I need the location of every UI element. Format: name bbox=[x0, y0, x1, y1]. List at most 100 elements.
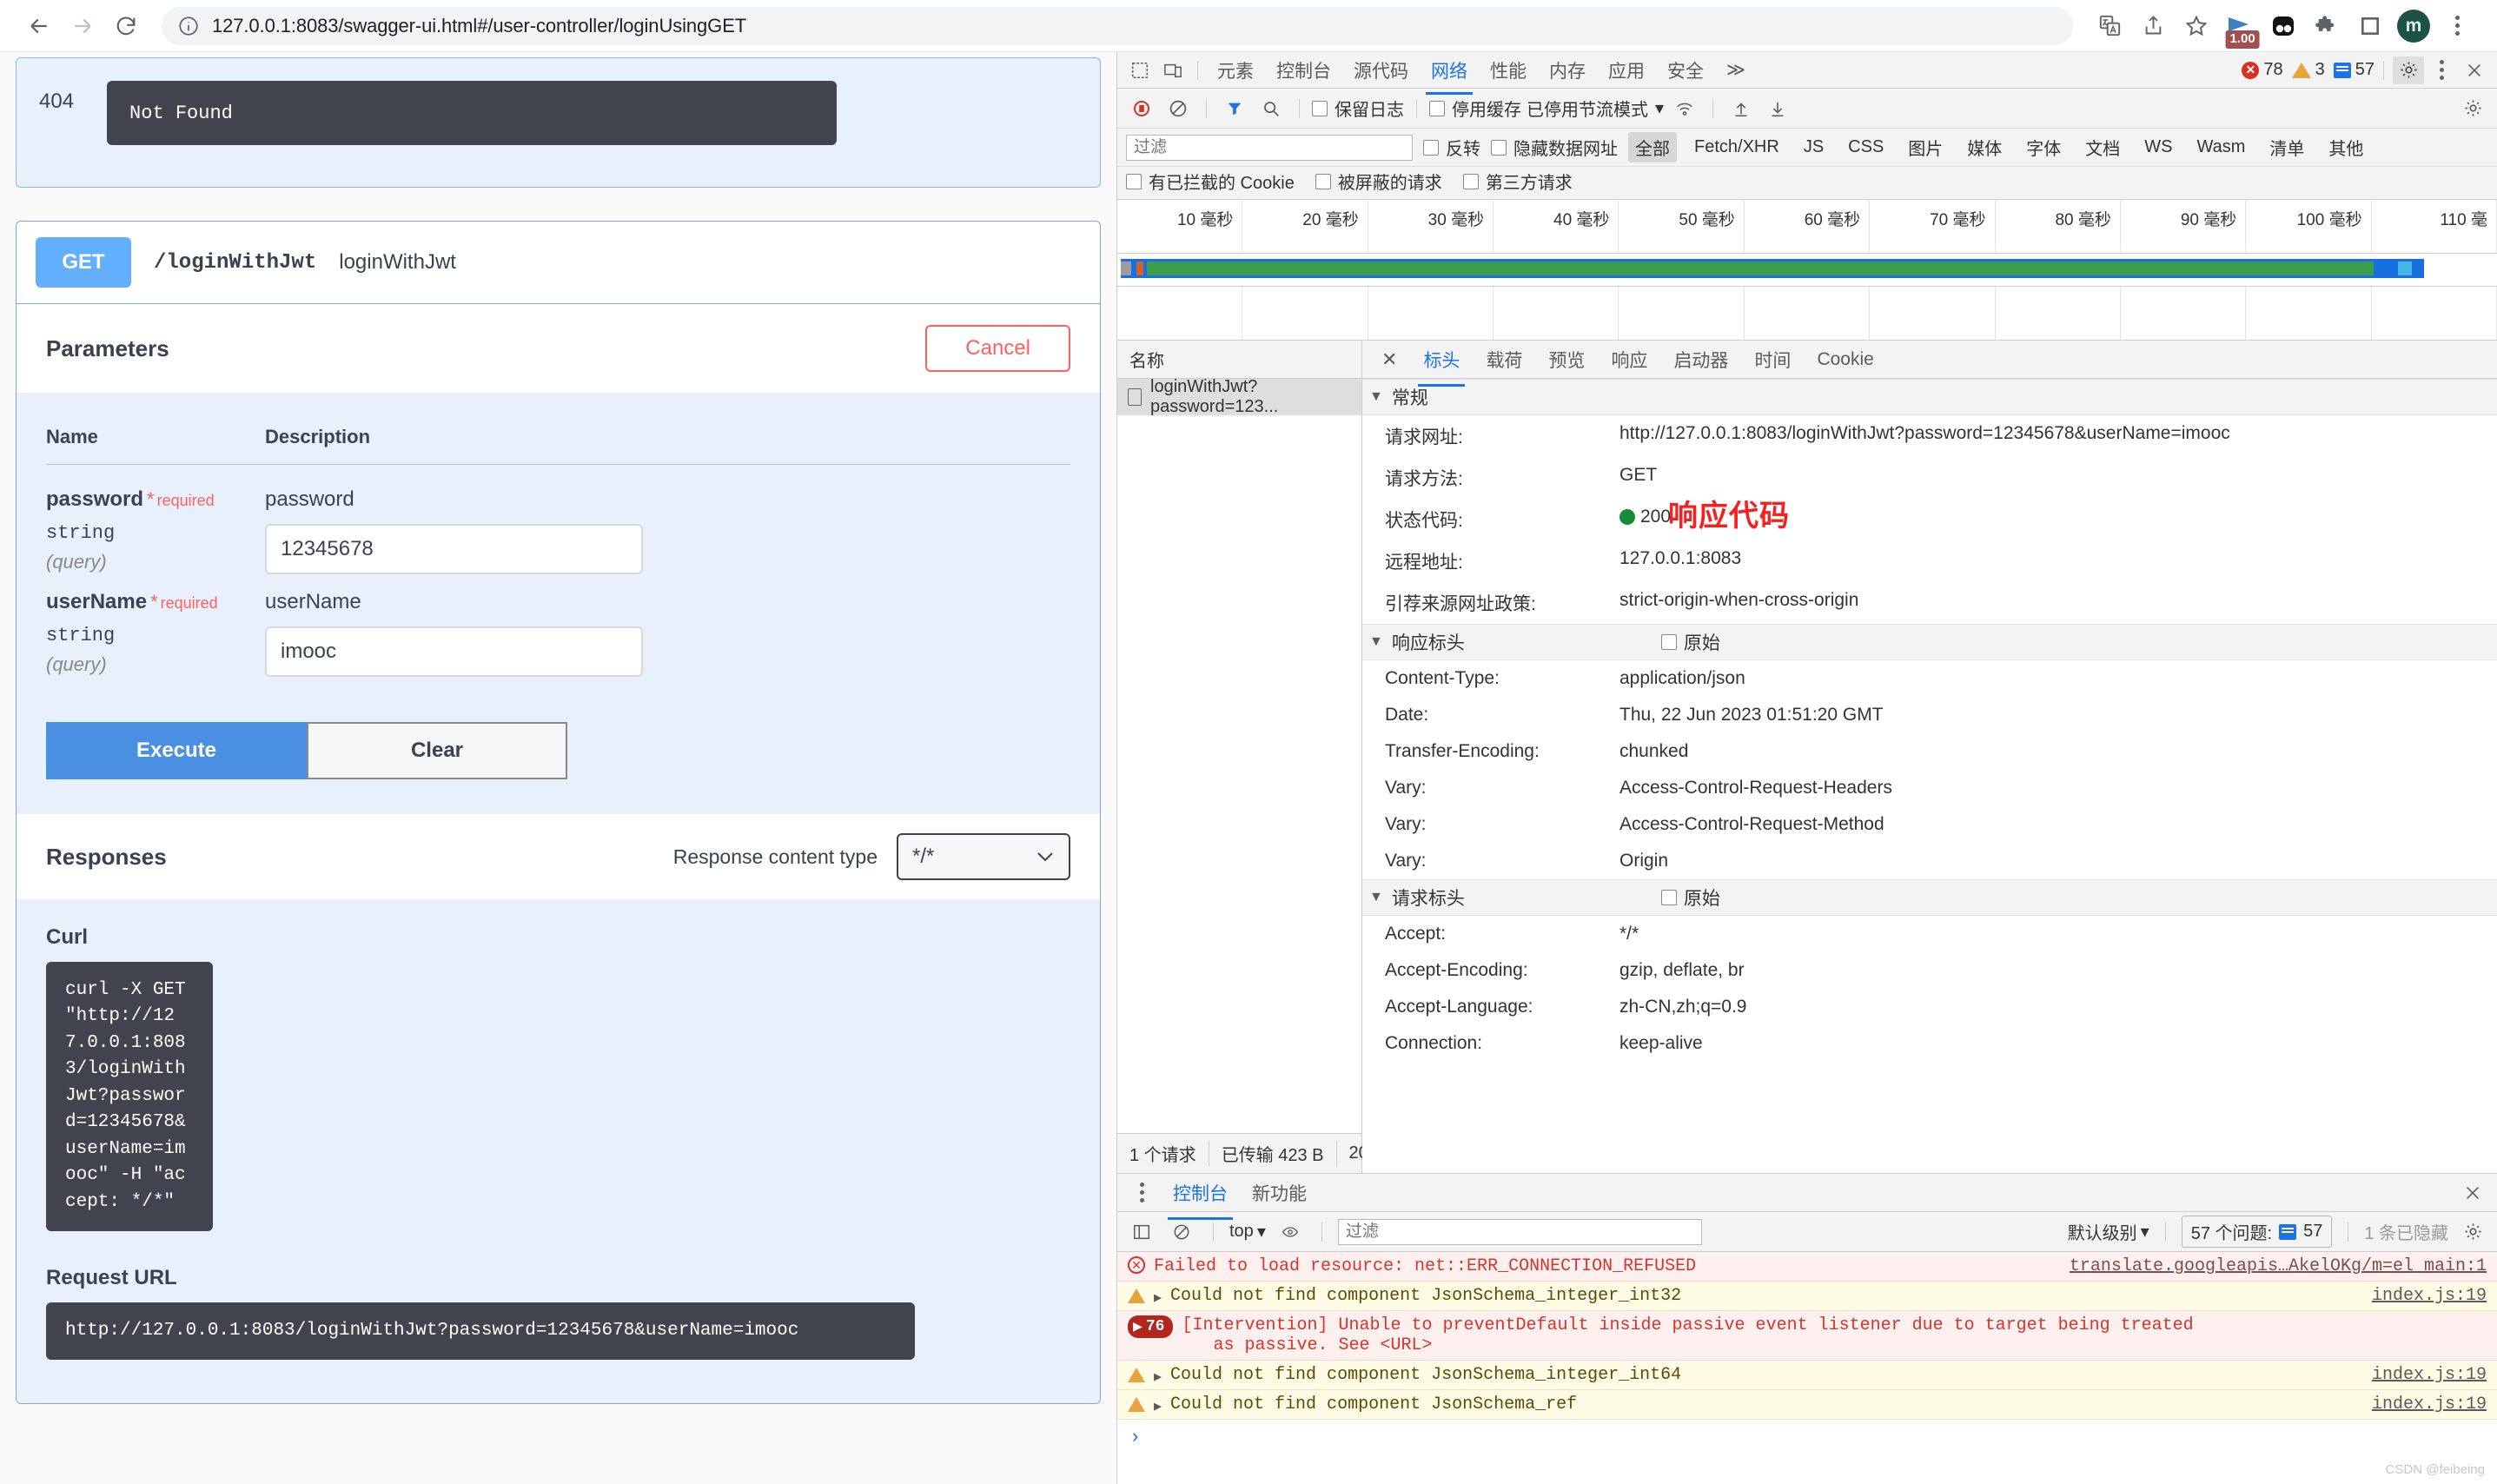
type-filter-wasm[interactable]: Wasm bbox=[2190, 135, 2253, 160]
clear-button[interactable]: Clear bbox=[307, 722, 567, 779]
console-message-source[interactable]: index.js:19 bbox=[2372, 1286, 2487, 1306]
console-message[interactable]: ✕ Failed to load resource: net::ERR_CONN… bbox=[1117, 1252, 2497, 1282]
inspect-element-icon[interactable] bbox=[1124, 56, 1156, 84]
network-filter-input[interactable] bbox=[1126, 134, 1413, 161]
panda-extension-icon[interactable] bbox=[2262, 5, 2304, 47]
console-message-source[interactable]: index.js:19 bbox=[2372, 1365, 2487, 1385]
tab-application[interactable]: 应用 bbox=[1598, 52, 1655, 89]
operation-header[interactable]: GET /loginWithJwt loginWithJwt bbox=[17, 222, 1100, 304]
share-icon[interactable] bbox=[2132, 5, 2174, 47]
raw-toggle-request[interactable]: 原始 bbox=[1660, 884, 1720, 911]
password-input[interactable] bbox=[265, 524, 643, 574]
console-message[interactable]: ▶ Could not find component JsonSchema_in… bbox=[1117, 1361, 2497, 1390]
username-input[interactable] bbox=[265, 626, 643, 677]
expand-arrow-icon[interactable]: ▶ bbox=[1154, 1368, 1162, 1385]
tab-headers[interactable]: 标头 bbox=[1413, 340, 1470, 387]
address-bar[interactable]: 127.0.0.1:8083/swagger-ui.html#/user-con… bbox=[162, 6, 2073, 45]
tab-response[interactable]: 响应 bbox=[1600, 340, 1658, 380]
video-speed-extension-icon[interactable]: 1.00 bbox=[2219, 5, 2261, 49]
execution-context-select[interactable]: top ▾ bbox=[1229, 1221, 1266, 1242]
tab-preview[interactable]: 预览 bbox=[1538, 340, 1595, 380]
console-message-source[interactable]: index.js:19 bbox=[2372, 1395, 2487, 1414]
type-filter-doc[interactable]: 文档 bbox=[2078, 132, 2127, 162]
drawer-tab-whatsnew[interactable]: 新功能 bbox=[1243, 1173, 1315, 1213]
third-party-checkbox[interactable]: 第三方请求 bbox=[1462, 169, 1573, 194]
cancel-button[interactable]: Cancel bbox=[925, 325, 1070, 372]
blocked-requests-checkbox[interactable]: 被屏蔽的请求 bbox=[1315, 169, 1442, 194]
invert-checkbox[interactable]: 反转 bbox=[1423, 135, 1480, 160]
execute-button[interactable]: Execute bbox=[46, 722, 307, 779]
warning-count[interactable]: 3 bbox=[2291, 60, 2325, 80]
devtools-menu-icon[interactable] bbox=[2426, 56, 2457, 84]
search-icon[interactable] bbox=[1255, 95, 1287, 123]
close-devtools-icon[interactable] bbox=[2459, 56, 2490, 84]
blocked-cookies-checkbox[interactable]: 有已拦截的 Cookie bbox=[1126, 169, 1295, 194]
console-message[interactable]: ▶ Could not find component JsonSchema_in… bbox=[1117, 1282, 2497, 1311]
type-filter-ws[interactable]: WS bbox=[2137, 135, 2179, 160]
issues-button[interactable]: 57 个问题: 57 bbox=[2181, 1216, 2333, 1248]
tab-elements[interactable]: 元素 bbox=[1207, 52, 1264, 89]
type-filter-fetch-xhr[interactable]: Fetch/XHR bbox=[1687, 135, 1786, 160]
console-settings-gear-icon[interactable] bbox=[2457, 1218, 2488, 1246]
tab-memory[interactable]: 内存 bbox=[1539, 52, 1596, 89]
type-filter-media[interactable]: 媒体 bbox=[1960, 132, 2009, 162]
response-content-type-select[interactable]: */* bbox=[897, 833, 1070, 880]
site-info-icon[interactable] bbox=[177, 15, 200, 37]
preserve-log-checkbox[interactable]: 保留日志 bbox=[1312, 96, 1404, 121]
console-sidebar-icon[interactable] bbox=[1126, 1218, 1157, 1246]
extensions-puzzle-icon[interactable] bbox=[2306, 5, 2348, 47]
forward-arrow-icon[interactable] bbox=[63, 6, 103, 46]
close-drawer-icon[interactable] bbox=[2457, 1179, 2488, 1207]
close-detail-icon[interactable]: ✕ bbox=[1371, 348, 1407, 371]
response-headers-section-header[interactable]: ▼ 响应标头 原始 bbox=[1362, 624, 2497, 660]
type-filter-other[interactable]: 其他 bbox=[2321, 132, 2370, 162]
type-filter-all[interactable]: 全部 bbox=[1628, 132, 1677, 162]
expand-arrow-icon[interactable]: ▶ bbox=[1154, 1289, 1162, 1306]
tab-performance[interactable]: 性能 bbox=[1480, 52, 1537, 89]
tab-initiator[interactable]: 启动器 bbox=[1663, 340, 1739, 380]
type-filter-img[interactable]: 图片 bbox=[1901, 132, 1950, 162]
console-prompt[interactable]: › bbox=[1117, 1420, 2497, 1455]
drawer-menu-icon[interactable] bbox=[1126, 1179, 1157, 1207]
avatar[interactable]: m bbox=[2393, 5, 2434, 47]
device-toolbar-icon[interactable] bbox=[1157, 56, 1189, 84]
type-filter-font[interactable]: 字体 bbox=[2019, 132, 2068, 162]
live-expression-icon[interactable] bbox=[1275, 1218, 1306, 1246]
side-panel-icon[interactable] bbox=[2349, 5, 2391, 47]
message-group-count[interactable]: ▶ 76 bbox=[1128, 1315, 1174, 1338]
back-arrow-icon[interactable] bbox=[19, 6, 59, 46]
tab-security[interactable]: 安全 bbox=[1657, 52, 1714, 89]
console-message-source[interactable]: translate.googleapis…AkelOKg/m=el_main:1 bbox=[2070, 1256, 2487, 1276]
general-section-header[interactable]: ▼ 常规 bbox=[1362, 379, 2497, 415]
translate-icon[interactable] bbox=[2089, 5, 2130, 47]
info-count[interactable]: 57 bbox=[2333, 60, 2374, 80]
import-har-icon[interactable] bbox=[1725, 95, 1757, 123]
clear-console-icon[interactable] bbox=[1166, 1218, 1197, 1246]
clear-icon[interactable] bbox=[1162, 95, 1194, 123]
tab-sources[interactable]: 源代码 bbox=[1343, 52, 1419, 89]
request-row[interactable]: loginWithJwt?password=123... bbox=[1117, 379, 1361, 416]
raw-toggle-response[interactable]: 原始 bbox=[1660, 629, 1720, 655]
network-conditions-icon[interactable] bbox=[1669, 95, 1700, 123]
type-filter-manifest[interactable]: 清单 bbox=[2262, 132, 2311, 162]
more-tabs-chevron-icon[interactable]: ≫ bbox=[1716, 54, 1756, 86]
request-headers-section-header[interactable]: ▼ 请求标头 原始 bbox=[1362, 879, 2497, 916]
hide-data-urls-checkbox[interactable]: 隐藏数据网址 bbox=[1491, 135, 1618, 160]
type-filter-css[interactable]: CSS bbox=[1841, 135, 1891, 160]
network-settings-gear-icon[interactable] bbox=[2457, 95, 2488, 123]
record-stop-icon[interactable] bbox=[1126, 95, 1157, 123]
tab-console[interactable]: 控制台 bbox=[1266, 52, 1341, 89]
tab-cookie[interactable]: Cookie bbox=[1806, 342, 1884, 377]
export-har-icon[interactable] bbox=[1762, 95, 1793, 123]
type-filter-js[interactable]: JS bbox=[1797, 135, 1831, 160]
tab-network[interactable]: 网络 bbox=[1421, 52, 1478, 95]
expand-arrow-icon[interactable]: ▶ bbox=[1154, 1398, 1162, 1414]
console-message[interactable]: ▶ 76 [Intervention] Unable to preventDefa… bbox=[1117, 1311, 2497, 1361]
star-icon[interactable] bbox=[2176, 5, 2217, 47]
three-dot-menu-icon[interactable] bbox=[2436, 5, 2478, 47]
gear-icon[interactable] bbox=[2393, 56, 2424, 84]
reload-icon[interactable] bbox=[106, 6, 146, 46]
console-message[interactable]: ▶ Could not find component JsonSchema_re… bbox=[1117, 1390, 2497, 1420]
tab-payload[interactable]: 载荷 bbox=[1475, 340, 1533, 380]
console-filter-input[interactable] bbox=[1337, 1218, 1702, 1245]
